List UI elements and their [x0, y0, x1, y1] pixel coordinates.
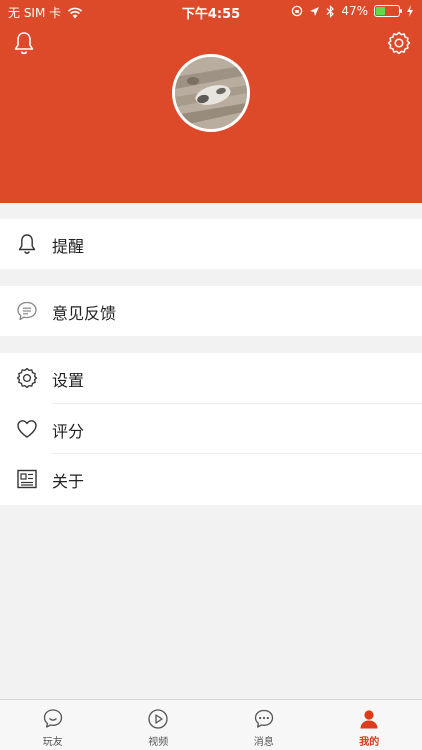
menu-label-about: 关于 — [52, 472, 85, 491]
menu-item-feedback[interactable]: 意见反馈 — [0, 286, 422, 336]
menu-group-misc: 设置 评分 关于 — [0, 353, 422, 505]
menu-label-settings: 设置 — [52, 371, 85, 390]
play-circle-icon — [148, 709, 168, 729]
profile-header: 无 SIM 卡 下午4:55 47% — [0, 0, 422, 203]
menu-label-rating: 评分 — [52, 422, 85, 441]
tab-label-video: 视频 — [148, 737, 169, 748]
location-arrow-icon — [310, 6, 320, 16]
smile-chat-icon — [43, 709, 62, 728]
notification-bell-icon[interactable] — [11, 30, 37, 56]
tab-label-friends: 玩友 — [42, 737, 63, 748]
menu-group-reminder: 提醒 — [0, 219, 422, 269]
tab-friends[interactable]: 玩友 — [0, 700, 106, 750]
tab-label-mine: 我的 — [359, 737, 380, 748]
avatar-photo — [175, 57, 247, 129]
tab-mine[interactable]: 我的 — [317, 700, 422, 750]
status-right: 47% — [291, 4, 414, 18]
person-icon — [360, 710, 378, 729]
status-bar: 无 SIM 卡 下午4:55 47% — [0, 0, 422, 22]
bluetooth-icon — [326, 4, 335, 18]
tab-label-messages: 消息 — [253, 737, 274, 748]
tab-messages[interactable]: 消息 — [211, 700, 317, 750]
settings-gear-icon[interactable] — [386, 30, 412, 56]
bell-icon — [18, 234, 36, 254]
message-bubble-icon — [254, 709, 273, 728]
menu-item-about[interactable]: 关于 — [17, 453, 422, 503]
bottom-tab-bar: 玩友 视频 消息 我的 — [0, 699, 422, 750]
orientation-lock-icon — [292, 5, 303, 17]
menu-item-rating[interactable]: 评分 — [17, 403, 422, 453]
heart-icon — [17, 420, 37, 438]
battery-percent: 47% — [341, 4, 368, 18]
newspaper-icon — [17, 469, 37, 489]
menu-label-feedback: 意见反馈 — [52, 304, 117, 323]
menu-item-settings[interactable]: 设置 — [0, 353, 422, 403]
menu-group-feedback: 意见反馈 — [0, 286, 422, 336]
feedback-bubble-icon — [17, 301, 37, 321]
menu-item-reminder[interactable]: 提醒 — [0, 219, 422, 269]
tab-video[interactable]: 视频 — [106, 700, 212, 750]
battery-icon — [374, 5, 402, 17]
menu-label-reminder: 提醒 — [52, 237, 85, 256]
battery-fill — [376, 7, 386, 15]
avatar[interactable] — [172, 54, 250, 132]
gear-icon — [16, 367, 38, 389]
charging-bolt-icon — [407, 5, 413, 17]
